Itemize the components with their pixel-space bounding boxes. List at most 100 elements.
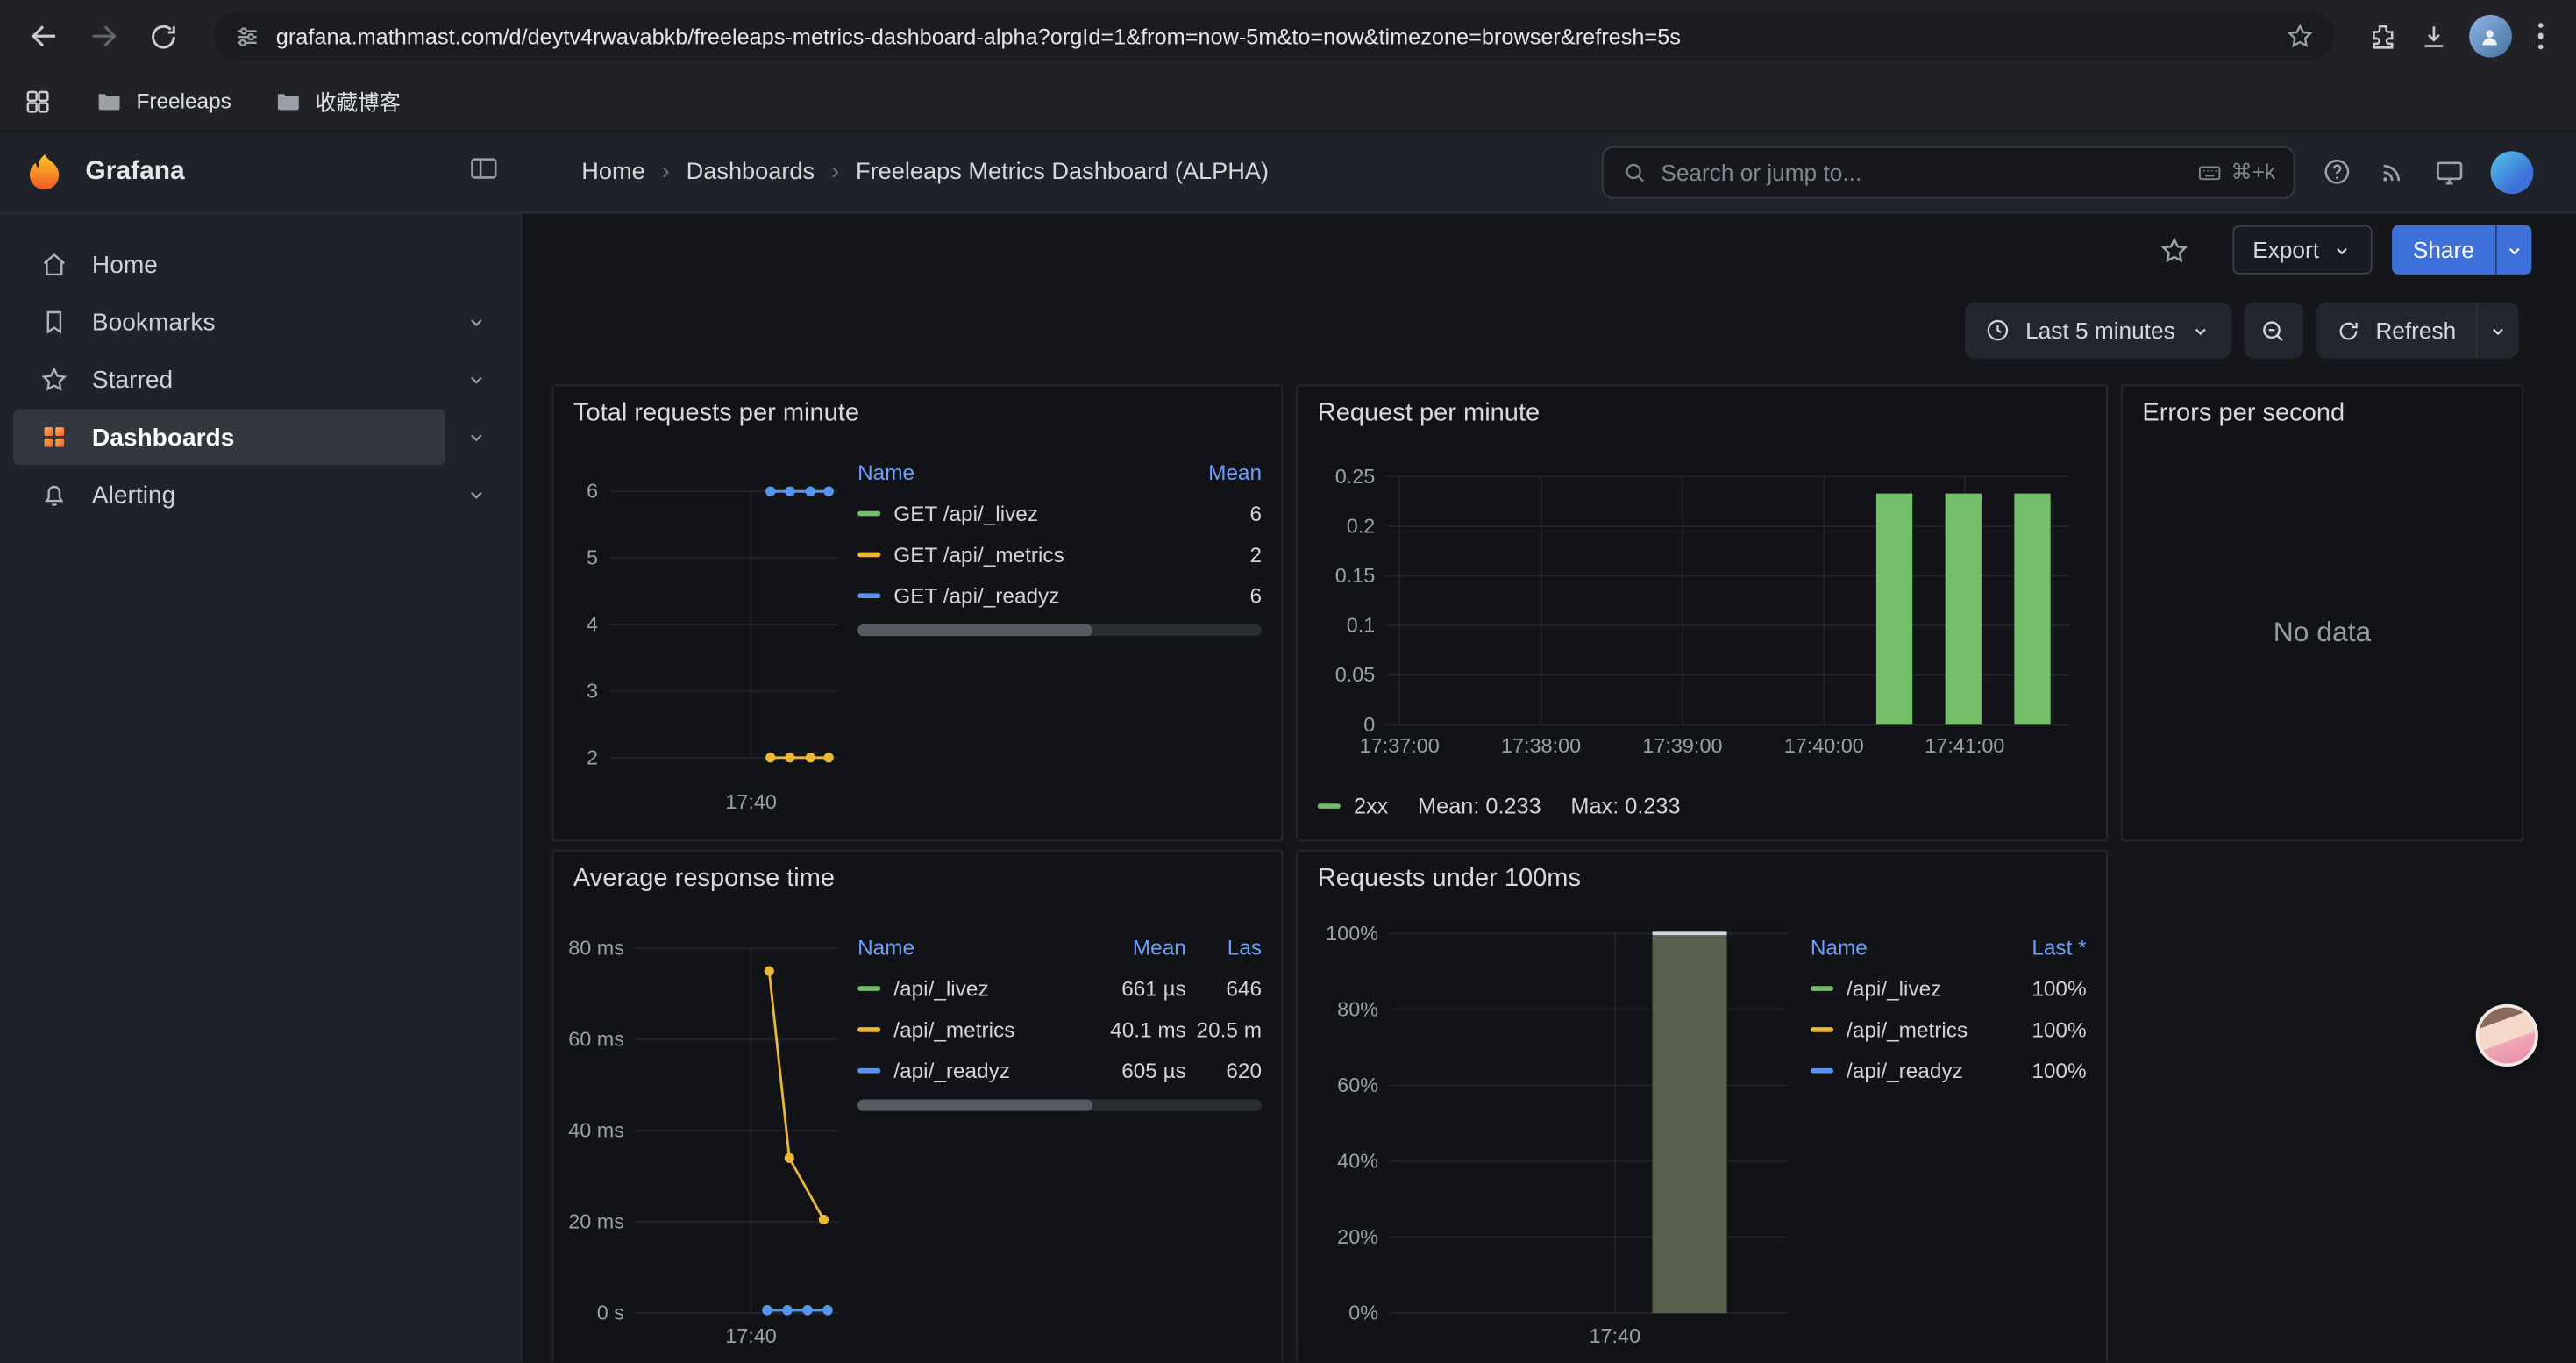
bookmark-folder-blogs[interactable]: 收藏博客 <box>274 85 401 117</box>
sidebar-link-home[interactable]: Home <box>13 237 508 293</box>
sidebar-link-bookmarks[interactable]: Bookmarks <box>13 294 445 350</box>
forward-button[interactable] <box>75 8 132 64</box>
legend-row[interactable]: GET /api/_readyz 6 <box>857 575 1262 617</box>
legend-header-mean[interactable]: Mean <box>1085 935 1186 960</box>
sidebar-item-label: Alerting <box>92 481 175 509</box>
breadcrumb-dashboards[interactable]: Dashboards <box>687 159 815 185</box>
floating-assistant-avatar[interactable] <box>2476 1004 2538 1067</box>
refresh-button[interactable]: Refresh <box>2316 303 2476 359</box>
svg-text:20 ms: 20 ms <box>568 1210 624 1233</box>
sidebar-link-dashboards[interactable]: Dashboards <box>13 410 445 466</box>
sidebar-item-label: Starred <box>92 366 173 394</box>
extensions-icon[interactable] <box>2366 20 2398 52</box>
download-icon[interactable] <box>2417 20 2449 52</box>
panel-title[interactable]: Requests under 100ms <box>1318 861 2087 904</box>
search-input[interactable] <box>1661 159 2183 185</box>
grafana-app: Grafana Home › Dashboards › Freeleaps Me… <box>0 132 2576 1362</box>
back-button[interactable] <box>17 8 73 64</box>
url-input[interactable] <box>276 24 2270 48</box>
monitor-icon[interactable] <box>2433 155 2466 188</box>
svg-text:40%: 40% <box>1337 1149 1378 1172</box>
breadcrumb-current[interactable]: Freeleaps Metrics Dashboard (ALPHA) <box>856 159 1269 185</box>
sidebar-toggle-button[interactable] <box>468 152 500 191</box>
panel-title[interactable]: Errors per second <box>2142 396 2501 439</box>
legend-row[interactable]: /api/_livez 100% <box>1811 968 2087 1010</box>
panel-title[interactable]: Total requests per minute <box>573 396 1262 439</box>
share-menu-button[interactable] <box>2495 225 2531 275</box>
legend-row[interactable]: /api/_readyz 605 µs 620 <box>857 1050 1262 1091</box>
line-chart[interactable]: 17:4065432 <box>573 439 844 817</box>
refresh-split-button: Refresh <box>2316 303 2519 359</box>
url-bar[interactable] <box>214 11 2334 61</box>
sidebar-link-alerting[interactable]: Alerting <box>13 467 445 523</box>
chevron-down-icon[interactable] <box>445 483 508 506</box>
panel-title[interactable]: Average response time <box>573 861 1262 904</box>
legend-scrollbar[interactable] <box>857 624 1262 636</box>
legend-row[interactable]: GET /api/_livez 6 <box>857 493 1262 534</box>
legend-header-name[interactable]: Name <box>857 935 1085 960</box>
search-box[interactable]: ⌘+k <box>1602 146 2295 198</box>
series-swatch <box>857 511 880 517</box>
news-feed-icon[interactable] <box>2377 156 2409 188</box>
svg-text:6: 6 <box>587 480 598 503</box>
zoom-out-time-button[interactable] <box>2244 303 2302 359</box>
legend-header-name[interactable]: Name <box>1811 935 1998 960</box>
grafana-header-left: Grafana <box>0 150 523 193</box>
legend-header-mean[interactable]: Mean <box>1177 460 1262 485</box>
chevron-down-icon <box>2504 239 2525 260</box>
folder-icon <box>274 87 302 115</box>
browser-menu-button[interactable] <box>2530 16 2550 56</box>
bar-chart[interactable]: 17:37:0017:38:0017:39:0017:40:0017:41:00… <box>1318 439 2083 760</box>
svg-text:4: 4 <box>587 613 598 636</box>
share-button[interactable]: Share <box>2391 225 2495 275</box>
time-range-picker[interactable]: Last 5 minutes <box>1965 303 2231 359</box>
brand-name[interactable]: Grafana <box>85 157 184 187</box>
favorite-star-icon[interactable] <box>2159 234 2190 266</box>
legend-header-last[interactable]: Last * <box>1997 935 2086 960</box>
legend-item[interactable]: 2xx <box>1318 794 1389 818</box>
legend-header-last[interactable]: Las <box>1186 935 1262 960</box>
search-shortcut: ⌘+k <box>2196 159 2275 185</box>
chevron-down-icon[interactable] <box>445 368 508 391</box>
legend-row[interactable]: /api/_metrics 40.1 ms 20.5 m <box>857 1009 1262 1050</box>
help-icon[interactable] <box>2322 156 2353 188</box>
panel-total-requests-per-minute: Total requests per minute 17:4065432 Nam… <box>552 384 1284 841</box>
export-button[interactable]: Export <box>2233 225 2372 275</box>
legend-row[interactable]: /api/_metrics 100% <box>1811 1009 2087 1050</box>
grafana-logo[interactable] <box>23 150 66 193</box>
sidebar-item-label: Dashboards <box>92 423 234 451</box>
panel-title[interactable]: Request per minute <box>1318 396 2087 439</box>
site-settings-icon[interactable] <box>233 22 261 50</box>
svg-text:0%: 0% <box>1348 1302 1378 1324</box>
bookmark-folder-freeleaps[interactable]: Freeleaps <box>96 87 231 115</box>
bookmark-star-icon[interactable] <box>2284 21 2314 51</box>
sidebar: Home Bookmarks Starred <box>0 214 523 1363</box>
series-swatch <box>1811 986 1833 991</box>
scrollbar-thumb[interactable] <box>857 1100 1092 1111</box>
breadcrumb-home[interactable]: Home <box>581 159 644 185</box>
chevron-down-icon <box>2487 319 2508 340</box>
legend-row[interactable]: /api/_livez 661 µs 646 <box>857 968 1262 1010</box>
line-chart[interactable]: 17:4080 ms60 ms40 ms20 ms0 s <box>573 904 844 1352</box>
legend-row[interactable]: /api/_readyz 100% <box>1811 1050 2087 1091</box>
sidebar-link-starred[interactable]: Starred <box>13 352 445 408</box>
svg-text:17:39:00: 17:39:00 <box>1642 734 1722 757</box>
svg-text:0.2: 0.2 <box>1347 514 1376 537</box>
svg-text:0: 0 <box>1363 713 1375 736</box>
series-swatch <box>857 593 880 598</box>
user-avatar[interactable] <box>2491 150 2534 193</box>
apps-grid-icon[interactable] <box>23 86 53 116</box>
reload-button[interactable] <box>135 8 191 64</box>
chevron-down-icon[interactable] <box>445 310 508 333</box>
legend-row[interactable]: GET /api/_metrics 2 <box>857 534 1262 575</box>
browser-profile-avatar[interactable] <box>2468 15 2511 58</box>
svg-text:3: 3 <box>587 679 598 702</box>
legend-header-name[interactable]: Name <box>857 460 1177 485</box>
clock-icon <box>1984 318 2010 344</box>
bar-chart[interactable]: 17:40100%80%60%40%20%0% <box>1318 904 1797 1352</box>
scrollbar-thumb[interactable] <box>857 624 1092 636</box>
legend-scrollbar[interactable] <box>857 1100 1262 1111</box>
svg-text:2: 2 <box>587 746 598 768</box>
refresh-interval-button[interactable] <box>2476 303 2519 359</box>
chevron-down-icon[interactable] <box>445 425 508 448</box>
